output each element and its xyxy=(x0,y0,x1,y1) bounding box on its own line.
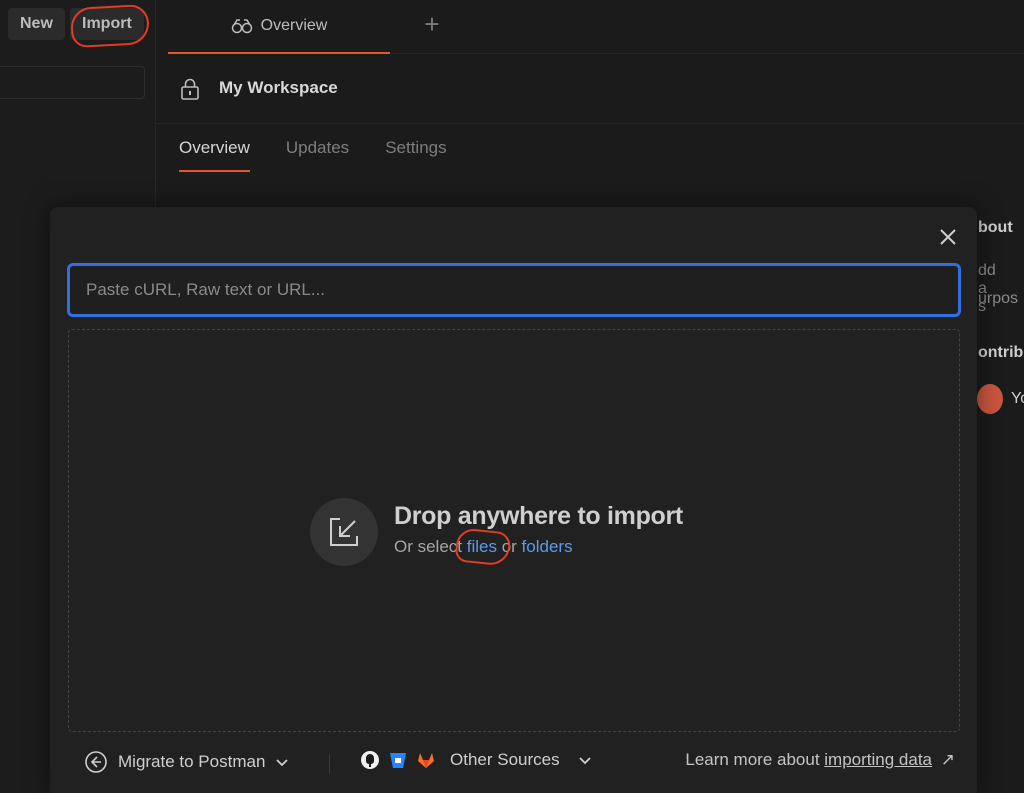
tab-bar: Overview + xyxy=(168,0,1024,54)
gitlab-icon xyxy=(418,753,434,768)
external-link-icon: ↗ xyxy=(940,750,955,769)
migrate-button[interactable]: Migrate to Postman xyxy=(84,750,289,774)
workspace-title: My Workspace xyxy=(219,78,338,97)
tab-workspace-settings[interactable]: Settings xyxy=(385,138,446,172)
annotation-circle-import xyxy=(70,3,150,49)
other-sources-label: Other Sources xyxy=(450,750,560,769)
migrate-label: Migrate to Postman xyxy=(118,752,266,771)
workspace-header: My Workspace xyxy=(156,54,1024,124)
about-heading: bout xyxy=(978,219,1013,236)
avatar xyxy=(977,384,1003,414)
contributor-name: Yo xyxy=(1011,390,1024,407)
importing-data-link[interactable]: importing data xyxy=(824,750,932,769)
learn-more: Learn more about importing data ↗ xyxy=(685,750,955,770)
sidebar-search-input[interactable] xyxy=(0,66,145,99)
drop-zone[interactable]: Drop anywhere to import Or select files … xyxy=(68,329,960,732)
learn-prefix: Learn more about xyxy=(685,750,825,769)
new-button[interactable]: New xyxy=(8,8,65,40)
import-url-input[interactable] xyxy=(67,263,961,317)
new-tab-button[interactable]: + xyxy=(420,10,444,40)
import-icon xyxy=(310,498,378,566)
tab-workspace-updates[interactable]: Updates xyxy=(286,138,349,172)
lock-icon xyxy=(181,78,199,100)
binoculars-icon xyxy=(231,19,252,34)
other-sources-button[interactable]: Other Sources xyxy=(360,750,592,770)
modal-footer: Migrate to Postman Other Sources Learn m… xyxy=(50,732,977,793)
tab-overview-label: Overview xyxy=(260,17,328,34)
about-text-line2: urpos xyxy=(978,290,1019,307)
tab-workspace-overview[interactable]: Overview xyxy=(179,138,250,172)
drop-title: Drop anywhere to import xyxy=(394,502,683,530)
bitbucket-icon xyxy=(390,753,406,768)
contributors-heading: ontrib xyxy=(978,344,1024,361)
github-icon xyxy=(361,751,379,769)
footer-divider xyxy=(329,754,330,774)
chevron-down-icon xyxy=(578,757,591,765)
workspace-tabs: Overview Updates Settings xyxy=(179,138,447,172)
migrate-icon xyxy=(85,751,107,773)
folders-link[interactable]: folders xyxy=(522,537,573,556)
import-modal: Drop anywhere to import Or select files … xyxy=(50,207,977,793)
tab-overview[interactable]: Overview xyxy=(168,0,390,54)
close-icon[interactable] xyxy=(936,225,960,249)
chevron-down-icon xyxy=(276,759,289,767)
